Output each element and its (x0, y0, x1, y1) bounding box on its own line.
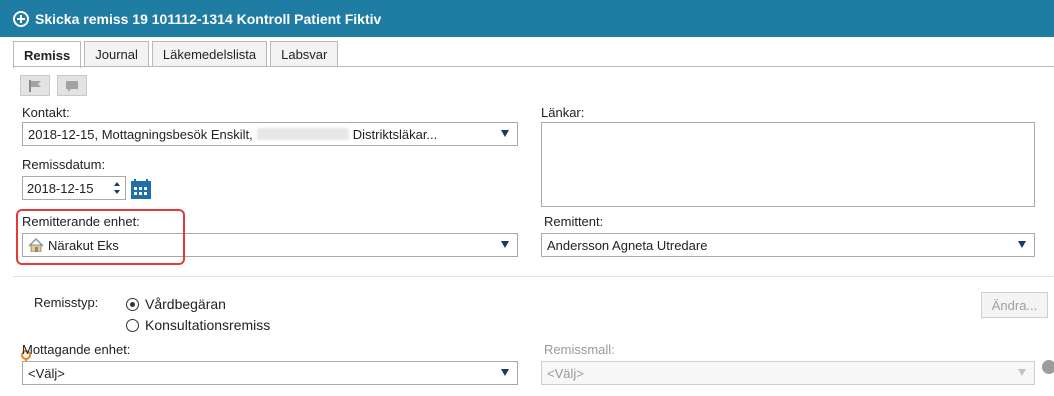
tab-bar: Remiss Journal Läkemedelslista Labsvar (13, 41, 341, 68)
remissmall-label: Remissmall: (544, 342, 615, 357)
window-title: Skicka remiss 19 101112-1314 Kontroll Pa… (35, 10, 382, 27)
remisstyp-label: Remisstyp: (34, 295, 99, 310)
radio-vardbegaran[interactable] (126, 298, 139, 311)
remissdatum-value: 2018-12-15 (27, 180, 94, 196)
remissdatum-input[interactable]: 2018-12-15 (22, 176, 126, 200)
remissdatum-label: Remissdatum: (22, 157, 106, 172)
tab-lakemedelslista[interactable]: Läkemedelslista (151, 41, 268, 67)
tab-divider (13, 66, 1054, 67)
andra-button[interactable]: Ändra... (981, 292, 1048, 318)
vardbegaran-label[interactable]: Vårdbegäran (145, 296, 226, 312)
mottagande-enhet-label: Mottagande enhet: (22, 342, 131, 357)
remissmall-value: <Välj> (547, 365, 584, 381)
chevron-down-icon (1018, 241, 1026, 248)
flag-icon (29, 79, 41, 92)
comment-icon (66, 80, 78, 92)
mottagande-enhet-select[interactable]: <Välj> (22, 361, 518, 385)
redacted-name (256, 128, 349, 140)
calendar-icon[interactable] (130, 178, 152, 200)
konsultationsremiss-label[interactable]: Konsultationsremiss (145, 317, 270, 333)
remittent-select[interactable]: Andersson Agneta Utredare (541, 233, 1035, 257)
kontakt-select[interactable]: 2018-12-15, Mottagningsbesök Enskilt, Di… (22, 122, 518, 146)
spinner-icon[interactable] (113, 181, 121, 195)
kontakt-value-suffix: Distriktsläkar... (352, 126, 438, 142)
info-toggle-icon[interactable] (1042, 360, 1054, 374)
tab-remiss[interactable]: Remiss (13, 41, 82, 68)
tab-labsvar[interactable]: Labsvar (270, 41, 339, 67)
plus-cross-icon (13, 10, 29, 27)
section-divider (13, 276, 1054, 277)
chevron-down-icon (1018, 369, 1026, 376)
remittent-value: Andersson Agneta Utredare (547, 237, 708, 253)
lankar-textarea[interactable] (541, 122, 1035, 207)
chevron-down-icon (501, 369, 509, 376)
remittent-label: Remittent: (544, 214, 604, 229)
window-titlebar: Skicka remiss 19 101112-1314 Kontroll Pa… (0, 0, 1054, 37)
highlight-annotation (16, 209, 185, 265)
tab-journal[interactable]: Journal (84, 41, 149, 67)
kontakt-label: Kontakt: (22, 105, 70, 120)
chevron-down-icon (501, 130, 509, 137)
lankar-label: Länkar: (541, 105, 585, 120)
kontakt-value-prefix: 2018-12-15, Mottagningsbesök Enskilt, (28, 126, 253, 142)
mottagande-enhet-value: <Välj> (28, 365, 65, 381)
radio-konsultationsremiss[interactable] (126, 319, 139, 332)
flag-button[interactable] (20, 75, 50, 96)
remissmall-select[interactable]: <Välj> (541, 361, 1035, 385)
comment-button[interactable] (57, 75, 87, 96)
chevron-down-icon (501, 241, 509, 248)
